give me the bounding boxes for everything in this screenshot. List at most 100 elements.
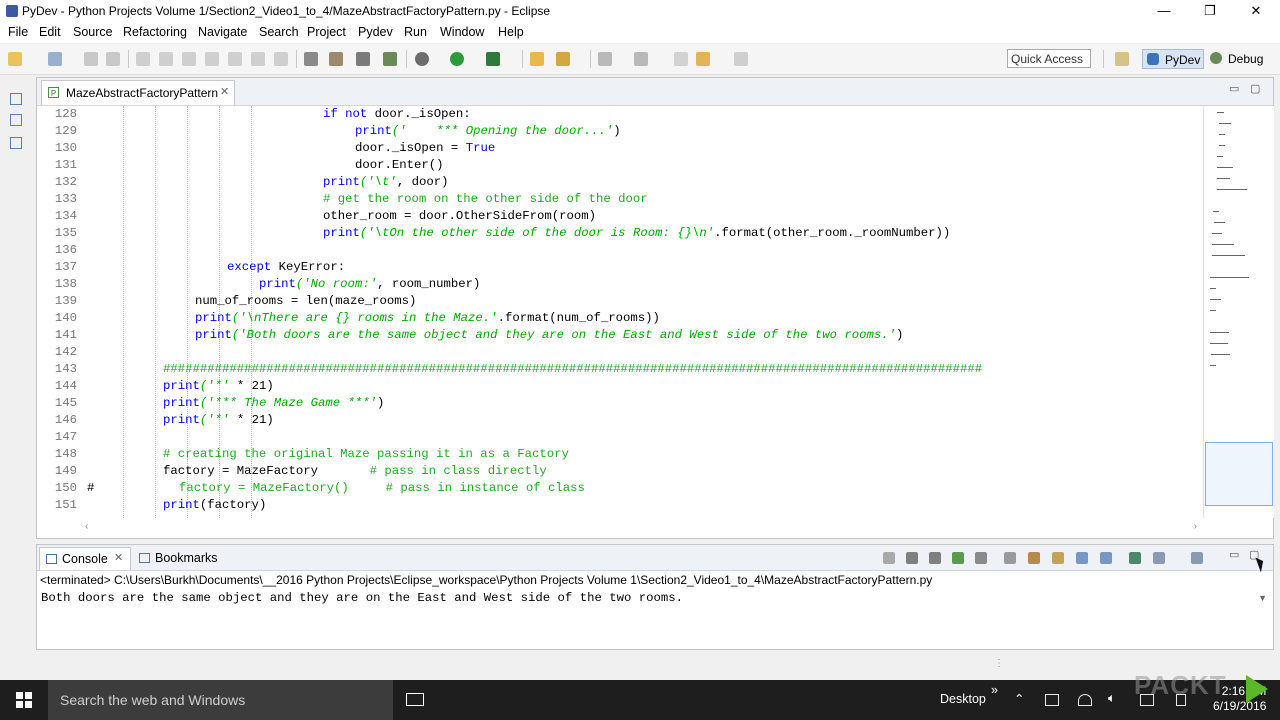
battery-icon[interactable] [1045,694,1059,706]
forward-icon[interactable] [734,52,748,66]
toolbar-chevron-icon[interactable]: » [991,683,998,697]
code-line[interactable]: 130 door._isOpen = True [37,140,1203,157]
taskbar-search-box[interactable]: Search the web and Windows [48,680,393,720]
code-line[interactable]: 149 factory = MazeFactory # pass in class… [37,463,1203,480]
last-edit-icon[interactable] [674,52,688,66]
code-line[interactable]: 138 print('No room:', room_number) [37,276,1203,293]
remove-launch-icon[interactable] [906,552,918,564]
close-button[interactable]: ✕ [1233,0,1279,22]
pin-console-icon[interactable] [1100,552,1112,564]
minimap-viewport[interactable] [1205,442,1273,506]
desktop-toolbar-label[interactable]: Desktop [940,692,986,706]
code-line[interactable]: 148 # creating the original Maze passing … [37,446,1203,463]
menu-navigate[interactable]: Navigate [198,25,247,39]
tab-console[interactable]: Console ✕ [39,547,131,570]
maximize-editor-icon[interactable]: ▢ [1250,82,1260,95]
relaunch-icon[interactable] [952,552,964,564]
outline-icon[interactable] [10,137,22,149]
menu-run[interactable]: Run [404,25,427,39]
code-line[interactable]: 150 # factory = MazeFactory() # pass in in… [37,480,1203,497]
step-return-icon[interactable] [274,52,288,66]
save-all-icon[interactable] [106,52,120,66]
external-tools-icon[interactable] [486,52,500,66]
menu-help[interactable]: Help [498,25,524,39]
scroll-left-icon[interactable]: ‹ [85,521,88,532]
code-line[interactable]: 144 print('*' * 21) [37,378,1203,395]
menu-project[interactable]: Project [307,25,346,39]
terminate-icon[interactable] [182,52,196,66]
suspend-icon[interactable] [159,52,173,66]
back-icon[interactable] [696,52,710,66]
volume-icon[interactable]: 🔈︎ [1108,691,1116,706]
minimize-editor-icon[interactable]: ▭ [1229,82,1239,95]
code-line[interactable]: 133 # get the room on the other side of t… [37,191,1203,208]
new-project-icon[interactable] [48,52,62,66]
display-selected-console-icon[interactable] [1129,552,1141,564]
code-line[interactable]: 139 num_of_rooms = len(maze_rooms) [37,293,1203,310]
toggle-comment-icon[interactable] [329,52,343,66]
perspective-debug[interactable]: Debug [1210,49,1270,69]
close-console-icon[interactable]: ✕ [114,551,123,564]
remove-all-launches-icon[interactable] [929,552,941,564]
new-console-view-icon[interactable] [1191,552,1203,564]
code-line[interactable]: 147 [37,429,1203,446]
step-over-icon[interactable] [251,52,265,66]
refresh-icon[interactable] [356,52,370,66]
search-tool-icon[interactable] [556,52,570,66]
code-area[interactable]: 128 if not door._isOpen: 129 print(' *** Op… [37,106,1203,518]
code-line[interactable]: 142 [37,344,1203,361]
step-into-icon[interactable] [228,52,242,66]
menu-pydev[interactable]: Pydev [358,25,393,39]
quick-access-input[interactable]: Quick Access [1007,49,1091,68]
show-hidden-icons-icon[interactable]: ⌃ [1014,691,1024,706]
package-explorer-icon[interactable] [10,114,22,126]
code-line[interactable]: 128 if not door._isOpen: [37,106,1203,123]
menu-source[interactable]: Source [73,25,113,39]
wifi-icon[interactable] [1078,694,1092,706]
task-view-icon[interactable] [406,693,424,706]
console-output[interactable]: Both doors are the same object and they … [41,591,683,605]
disconnect-icon[interactable] [205,52,219,66]
clear-console-icon[interactable] [975,552,987,564]
menu-search[interactable]: Search [259,25,299,39]
perspective-pydev[interactable]: PyDev [1142,49,1204,69]
annotation-prev-icon[interactable] [634,52,648,66]
windows-start-icon[interactable] [16,692,32,708]
menu-refactoring[interactable]: Refactoring [123,25,187,39]
open-console-icon[interactable] [1153,552,1165,564]
show-on-output-icon[interactable] [1052,552,1064,564]
code-line[interactable]: 143 #####################################… [37,361,1203,378]
code-line[interactable]: 137 except KeyError: [37,259,1203,276]
code-line[interactable]: 145 print('*** The Maze Game ***') [37,395,1203,412]
close-tab-icon[interactable]: ✕ [220,85,229,98]
new-icon[interactable] [8,52,22,66]
show-on-error-icon[interactable] [1076,552,1088,564]
code-line[interactable]: 151 print(factory) [37,497,1203,514]
open-perspective-icon[interactable] [1115,52,1129,66]
open-type-icon[interactable] [383,52,397,66]
code-line[interactable]: 132 print('\t', door) [37,174,1203,191]
console-scroll-down-icon[interactable]: ▼ [1258,593,1267,603]
code-line[interactable]: 131 door.Enter() [37,157,1203,174]
save-icon[interactable] [84,52,98,66]
run-icon[interactable] [450,52,464,66]
minimize-button[interactable]: — [1141,0,1187,22]
editor-horizontal-scrollbar[interactable]: ‹ › [81,521,1201,535]
minimize-console-icon[interactable]: ▭ [1229,548,1239,561]
code-line[interactable]: 141 print('Both doors are the same object… [37,327,1203,344]
code-line[interactable]: 129 print(' *** Opening the door...') [37,123,1203,140]
menu-edit[interactable]: Edit [39,25,61,39]
maximize-button[interactable]: ❐ [1187,0,1233,22]
code-line[interactable]: 136 [37,242,1203,259]
word-wrap-icon[interactable] [1028,552,1040,564]
code-line[interactable]: 140 print('\nThere are {} rooms in the Ma… [37,310,1203,327]
menu-window[interactable]: Window [440,25,484,39]
restore-icon[interactable] [10,93,22,105]
code-line[interactable]: 135 print('\tOn the other side of the doo… [37,225,1203,242]
debug-icon[interactable] [415,52,429,66]
scroll-lock-icon[interactable] [1004,552,1016,564]
menu-file[interactable]: File [8,25,28,39]
resume-icon[interactable] [136,52,150,66]
open-folder-icon[interactable] [530,52,544,66]
minimap[interactable] [1203,106,1274,518]
